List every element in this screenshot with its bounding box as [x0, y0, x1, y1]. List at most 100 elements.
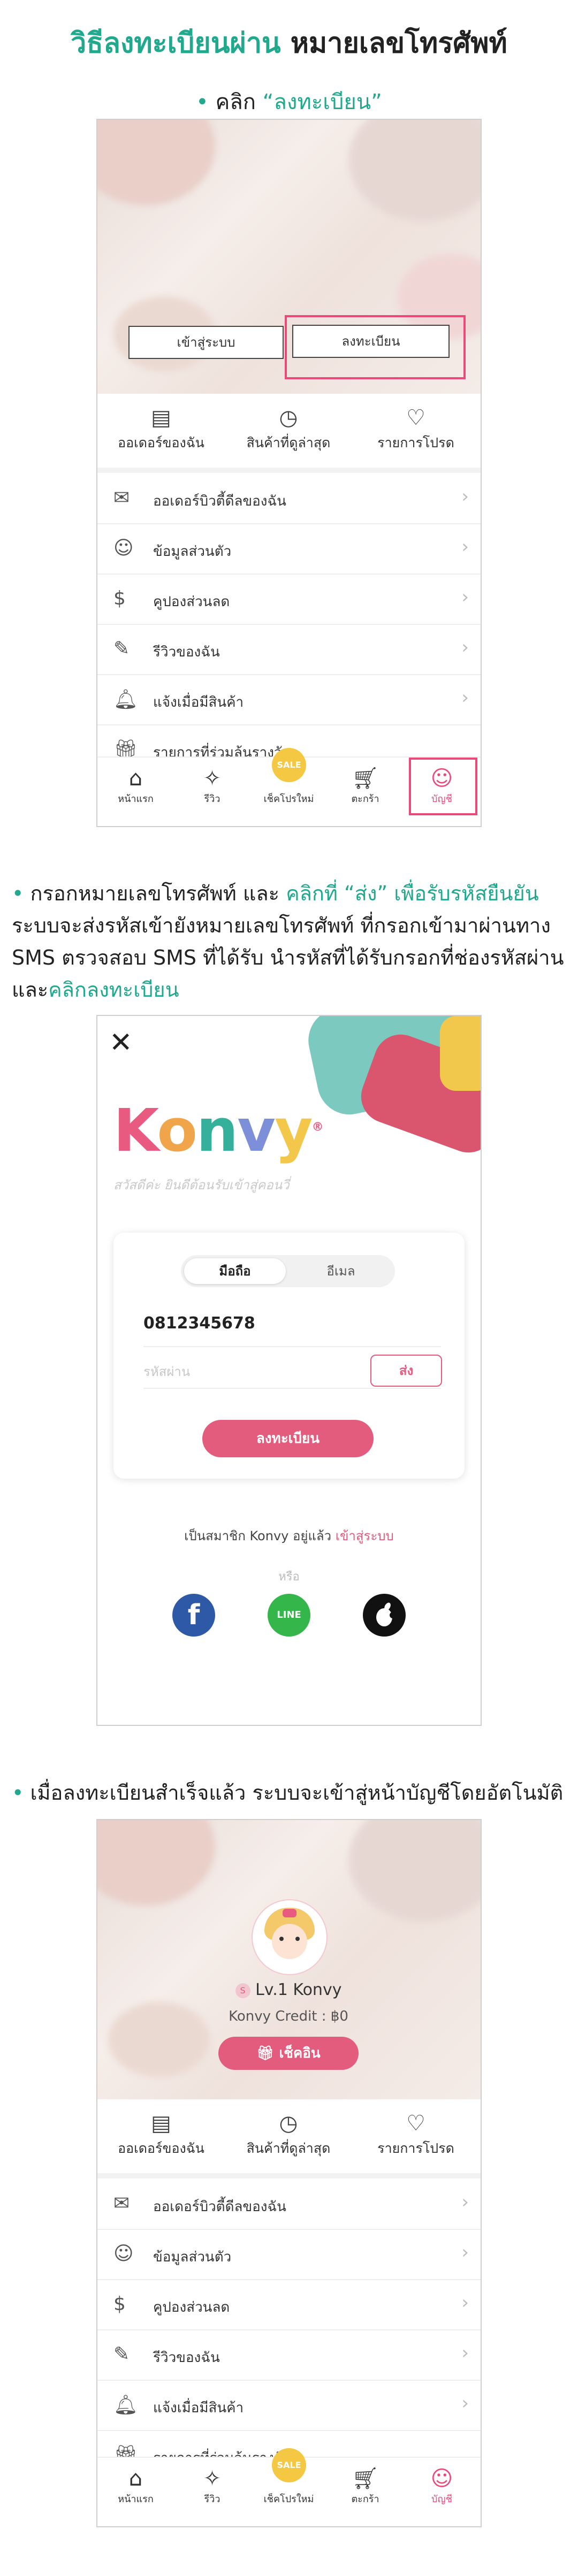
menu-item-coupons[interactable]: $ คูปองส่วนลด ›	[97, 2279, 481, 2330]
menu-item-restock[interactable]: 🔔︎ แจ้งเมื่อมีสินค้า ›	[97, 2380, 481, 2431]
tab-review[interactable]: ✧ รีวิว	[174, 2466, 250, 2506]
tab-cart[interactable]: 🛒︎ ตะกร้า	[327, 2466, 404, 2506]
menu-item-deal-orders[interactable]: ✉ ออเดอร์บิวตี้ดีลของฉัน ›	[97, 473, 481, 524]
tab-review[interactable]: ✧ รีวิว	[174, 766, 250, 806]
stat-label: สินค้าที่ดูล่าสุด	[246, 435, 331, 450]
menu-item-restock[interactable]: 🔔︎ แจ้งเมื่อมีสินค้า ›	[97, 674, 481, 725]
logo-letter: n	[196, 1096, 238, 1165]
tab-cart[interactable]: 🛒︎ ตะกร้า	[327, 766, 404, 806]
tab-promo[interactable]: SALE . เช็คโปรใหม่	[250, 2448, 327, 2506]
chevron-right-icon: ›	[461, 637, 469, 658]
menu-label: คูปองส่วนลด	[153, 594, 230, 610]
review-icon: ✧	[203, 766, 222, 791]
register-button[interactable]: ลงทะเบียน	[292, 325, 450, 358]
tab-home[interactable]: ⌂ หน้าแรก	[97, 2466, 174, 2506]
history-icon: ◷	[279, 2111, 298, 2136]
tab-label: หน้าแรก	[118, 2494, 154, 2505]
divider	[143, 1388, 441, 1389]
tab-account[interactable]: ☺ บัญชี	[404, 2466, 480, 2506]
phone-screen-account: เข้าสู่ระบบ ลงทะเบียน ▤ ออเดอร์ของฉัน ◷ …	[96, 119, 482, 827]
stat-label: รายการโปรด	[377, 2141, 454, 2156]
edit-icon: ✎	[113, 638, 130, 660]
apple-logo-shape	[376, 1602, 396, 1626]
menu-label: ออเดอร์บิวตี้ดีลของฉัน	[153, 493, 286, 509]
review-icon: ✧	[203, 2466, 222, 2491]
chevron-right-icon: ›	[461, 586, 469, 608]
menu-item-reviews[interactable]: ✎ รีวิวของฉัน ›	[97, 2329, 481, 2381]
logo-letter: o	[157, 1096, 197, 1165]
menu-item-profile[interactable]: ☺ ข้อมูลส่วนตัว ›	[97, 2229, 481, 2280]
menu-item-profile[interactable]: ☺ ข้อมูลส่วนตัว ›	[97, 523, 481, 575]
checkin-button[interactable]: 🎁︎ เช็คอิน	[218, 2037, 359, 2070]
sale-icon: SALE	[272, 748, 306, 782]
account-icon: ☺	[430, 766, 453, 791]
menu-label: คูปองส่วนลด	[153, 2299, 230, 2315]
logo-letter: y	[274, 1096, 313, 1165]
menu-item-deal-orders[interactable]: ✉ ออเดอร์บิวตี้ดีลของฉัน ›	[97, 2178, 481, 2230]
avatar[interactable]	[253, 1900, 326, 1974]
menu-item-coupons[interactable]: $ คูปองส่วนลด ›	[97, 574, 481, 625]
apple-icon[interactable]	[363, 1594, 406, 1637]
tab-account[interactable]: ☺ บัญชี	[404, 766, 480, 806]
phone-screen-register: ✕ Konvy® สวัสดีค่ะ ยินดีต้อนรับเข้าสู่คอ…	[96, 1015, 482, 1726]
stat-label: ออเดอร์ของฉัน	[118, 2141, 204, 2156]
stat-favorites[interactable]: ♡ รายการโปรด	[352, 2111, 480, 2159]
menu-item-reviews[interactable]: ✎ รีวิวของฉัน ›	[97, 624, 481, 675]
home-icon: ⌂	[128, 766, 143, 791]
menu-label: แจ้งเมื่อมีสินค้า	[153, 694, 244, 710]
tab-label: รีวิว	[204, 793, 220, 805]
stat-recent[interactable]: ◷ สินค้าที่ดูล่าสุด	[225, 406, 352, 454]
heart-icon: ♡	[406, 406, 425, 430]
profile-level: Lv.1	[255, 1981, 288, 1999]
user-icon: ☺	[113, 537, 134, 559]
menu-label: ออเดอร์บิวตี้ดีลของฉัน	[153, 2199, 286, 2215]
close-icon[interactable]: ✕	[109, 1027, 133, 1059]
menu-label: ข้อมูลส่วนตัว	[153, 544, 232, 560]
user-icon: ☺	[113, 2243, 134, 2265]
stats-row: ▤ ออเดอร์ของฉัน ◷ สินค้าที่ดูล่าสุด ♡ รา…	[97, 2099, 481, 2178]
bell-icon: 🔔︎	[113, 2394, 138, 2416]
stat-orders[interactable]: ▤ ออเดอร์ของฉัน	[97, 2111, 225, 2159]
line-icon[interactable]: LINE	[268, 1594, 310, 1637]
bottom-tab-bar: ⌂ หน้าแรก ✧ รีวิว SALE . เช็คโปรใหม่ 🛒︎ …	[97, 2448, 481, 2526]
register-submit-button[interactable]: ลงทะเบียน	[202, 1420, 374, 1457]
step2-text: และ	[236, 882, 280, 905]
title-rest: หมายเลขโทรศัพท์	[290, 27, 507, 59]
step2-text: และ	[12, 978, 49, 1002]
page-title: วิธีลงทะเบียนผ่าน หมายเลขโทรศัพท์	[0, 20, 578, 65]
coupon-icon: $	[113, 2293, 126, 2315]
tab-label: เช็คโปรใหม่	[263, 793, 314, 805]
stat-recent[interactable]: ◷ สินค้าที่ดูล่าสุด	[225, 2111, 352, 2159]
login-button[interactable]: เข้าสู่ระบบ	[128, 326, 284, 359]
chevron-right-icon: ›	[461, 2342, 469, 2364]
chevron-right-icon: ›	[461, 2191, 469, 2213]
tab-phone[interactable]: มือถือ	[184, 1258, 286, 1284]
chevron-right-icon: ›	[461, 687, 469, 708]
cart-icon: 🛒︎	[352, 2466, 379, 2491]
bullet-icon: •	[12, 882, 24, 905]
mail-icon: ✉	[113, 2192, 130, 2214]
cart-icon: 🛒︎	[352, 766, 379, 791]
chevron-right-icon: ›	[461, 486, 469, 507]
history-icon: ◷	[279, 406, 298, 430]
stat-favorites[interactable]: ♡ รายการโปรด	[352, 406, 480, 454]
logo-letter: ®	[311, 1120, 324, 1134]
home-icon: ⌂	[128, 2466, 143, 2491]
step1-label: คลิก	[215, 90, 256, 114]
stat-orders[interactable]: ▤ ออเดอร์ของฉัน	[97, 406, 225, 454]
facebook-icon[interactable]: f	[172, 1594, 215, 1637]
phone-field[interactable]: 0812345678	[143, 1314, 441, 1347]
title-highlight: วิธีลงทะเบียนผ่าน	[71, 27, 281, 59]
tab-label: บัญชี	[431, 793, 452, 805]
login-method-toggle: มือถือ อีเมล	[181, 1255, 395, 1287]
send-code-button[interactable]: ส่ง	[370, 1355, 442, 1387]
tab-email[interactable]: อีเมล	[290, 1258, 392, 1284]
tab-label: รีวิว	[204, 2494, 220, 2505]
login-link[interactable]: เข้าสู่ระบบ	[336, 1528, 394, 1543]
stat-label: สินค้าที่ดูล่าสุด	[246, 2141, 331, 2156]
step3-instruction: • เมื่อลงทะเบียนสำเร็จแล้ว ระบบจะเข้าสู่…	[12, 1776, 563, 1809]
tab-promo[interactable]: SALE . เช็คโปรใหม่	[250, 748, 327, 806]
logo-letter: v	[237, 1096, 276, 1165]
tab-home[interactable]: ⌂ หน้าแรก	[97, 766, 174, 806]
password-field[interactable]: รหัสผ่าน	[143, 1361, 190, 1382]
